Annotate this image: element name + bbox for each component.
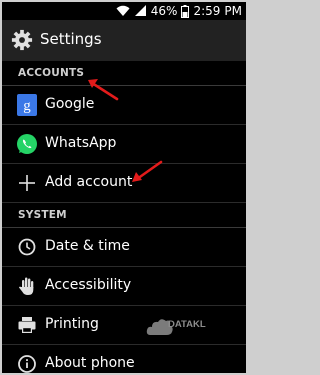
watermark-cloud-icon: DATAKL — [146, 319, 206, 335]
gear-icon[interactable] — [11, 29, 33, 51]
list-item-whatsapp[interactable]: WhatsApp — [2, 125, 246, 164]
section-header-system: SYSTEM — [2, 203, 246, 228]
watermark-text: DATAKL — [168, 319, 206, 330]
list-item-accessibility[interactable]: Accessibility — [2, 267, 246, 306]
hand-icon — [19, 277, 34, 295]
list-item-about-phone[interactable]: About phone — [2, 345, 246, 373]
list-item-date-time[interactable]: Date & time — [2, 228, 246, 267]
list-item-add-account[interactable]: Add account — [2, 164, 246, 203]
phone-screen: 46% 2:59 PM Settings ACCOUNTS g Google W… — [2, 2, 246, 373]
page-title: Settings — [40, 30, 102, 48]
plus-icon — [19, 175, 35, 191]
section-header-accounts: ACCOUNTS — [2, 61, 246, 86]
printer-icon — [18, 317, 36, 333]
clock-time: 2:59 — [193, 4, 221, 18]
battery-percent: 46% — [150, 4, 178, 18]
annotation-arrow-icon — [132, 160, 163, 182]
wifi-icon — [116, 5, 130, 16]
action-bar: Settings — [2, 20, 246, 61]
signal-icon — [134, 5, 146, 16]
annotation-arrow-icon — [88, 79, 119, 101]
clock-icon — [18, 238, 36, 256]
watermark-logo: DATAKL — [146, 313, 212, 343]
info-icon — [18, 355, 36, 373]
clock-ampm: PM — [224, 4, 242, 18]
list-item-google[interactable]: g Google — [2, 86, 246, 125]
whatsapp-icon — [17, 134, 37, 154]
google-icon: g — [17, 94, 37, 116]
svg-text:g: g — [23, 98, 31, 114]
battery-icon — [181, 4, 190, 18]
status-bar: 46% 2:59 PM — [2, 2, 246, 20]
